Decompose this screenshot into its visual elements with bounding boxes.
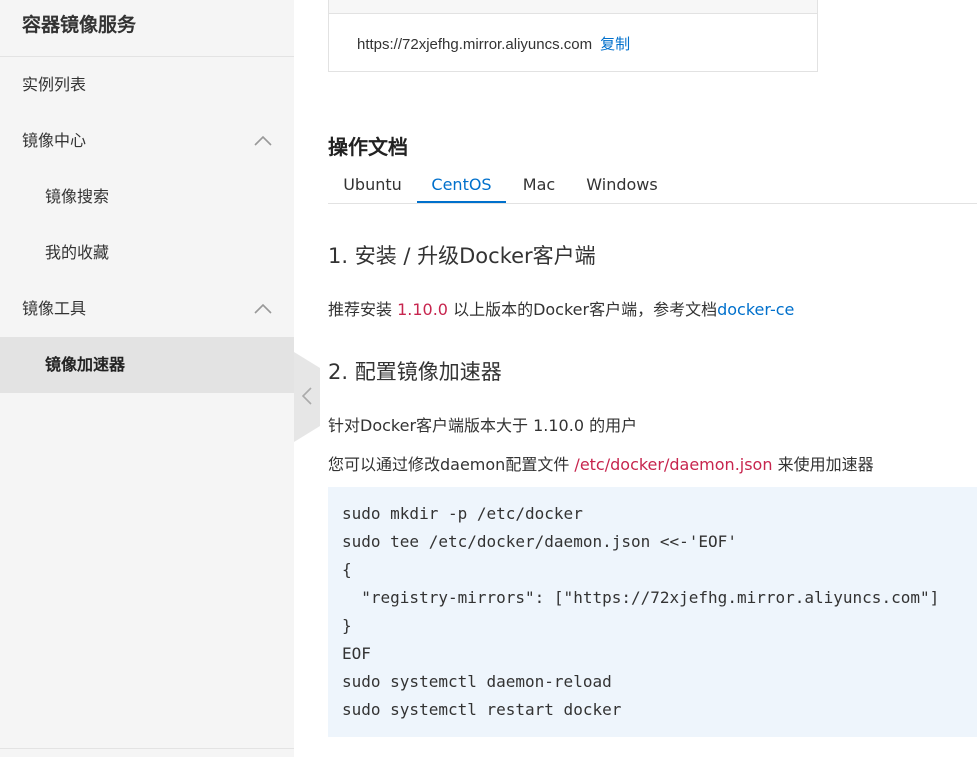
sidebar: 容器镜像服务 实例列表 镜像中心 镜像搜索 我的收藏 镜像工具 镜像加速器 [0, 0, 294, 757]
sidebar-item-my-favorites[interactable]: 我的收藏 [0, 225, 294, 281]
code-line: sudo mkdir -p /etc/docker [342, 504, 583, 523]
sidebar-collapse-handle[interactable] [294, 352, 320, 442]
sidebar-item-label: 镜像加速器 [45, 355, 126, 374]
sidebar-item-label: 镜像中心 [22, 131, 87, 150]
docker-ce-link[interactable]: docker-ce [717, 300, 794, 319]
code-line: } [342, 616, 352, 635]
accelerator-address: https://72xjefhg.mirror.aliyuncs.com 复制 [357, 33, 630, 54]
sidebar-title: 容器镜像服务 [0, 0, 294, 57]
sidebar-item-label: 实例列表 [22, 75, 87, 94]
app-root: 容器镜像服务 实例列表 镜像中心 镜像搜索 我的收藏 镜像工具 镜像加速器 ht… [0, 0, 977, 757]
tab-ubuntu[interactable]: Ubuntu [328, 168, 417, 203]
docs-title: 操作文档 [328, 135, 408, 159]
modify-text-after: 来使用加速器 [772, 455, 874, 474]
code-line: sudo systemctl daemon-reload [342, 672, 612, 691]
chevron-left-icon [301, 387, 312, 409]
sidebar-item-image-search[interactable]: 镜像搜索 [0, 169, 294, 225]
sidebar-item-image-accelerator[interactable]: 镜像加速器 [0, 337, 294, 393]
step1-text: 推荐安装 1.10.0 以上版本的Docker客户端，参考文档docker-ce [328, 296, 794, 320]
step2-modify-text: 您可以通过修改daemon配置文件 /etc/docker/daemon.jso… [328, 451, 874, 475]
step1-heading: 1. 安装 / 升级Docker客户端 [328, 244, 596, 268]
chevron-up-icon[interactable] [252, 281, 274, 337]
docker-version: 1.10.0 [397, 300, 448, 319]
box-header [329, 0, 817, 14]
code-line: sudo tee /etc/docker/daemon.json <<-'EOF… [342, 532, 737, 551]
tab-mac[interactable]: Mac [506, 168, 572, 203]
accelerator-url: https://72xjefhg.mirror.aliyuncs.com [357, 36, 593, 53]
accelerator-address-box: https://72xjefhg.mirror.aliyuncs.com 复制 [328, 0, 818, 72]
step1-text-before: 推荐安装 [328, 300, 398, 319]
main-content: https://72xjefhg.mirror.aliyuncs.com 复制 操… [328, 0, 977, 757]
code-line: EOF [342, 644, 371, 663]
chevron-up-icon[interactable] [252, 113, 274, 169]
os-tabs: Ubuntu CentOS Mac Windows [328, 168, 977, 204]
code-line: "registry-mirrors": ["https://72xjefhg.m… [342, 588, 940, 607]
code-block[interactable]: sudo mkdir -p /etc/docker sudo tee /etc/… [328, 487, 977, 737]
code-line: { [342, 560, 352, 579]
tab-centos[interactable]: CentOS [417, 168, 506, 203]
sidebar-group-image-tools[interactable]: 镜像工具 [0, 281, 294, 337]
copy-link[interactable]: 复制 [600, 36, 630, 53]
sidebar-divider [0, 748, 294, 749]
sidebar-item-label: 镜像搜索 [45, 187, 110, 206]
sidebar-item-label: 镜像工具 [22, 299, 87, 318]
sidebar-item-instance-list[interactable]: 实例列表 [0, 57, 294, 113]
step2-heading: 2. 配置镜像加速器 [328, 360, 502, 384]
config-path: /etc/docker/daemon.json [574, 455, 773, 474]
modify-text-before: 您可以通过修改daemon配置文件 [328, 455, 575, 474]
step2-users-text: 针对Docker客户端版本大于 1.10.0 的用户 [328, 416, 638, 435]
tab-windows[interactable]: Windows [572, 168, 672, 203]
step1-text-after: 以上版本的Docker客户端，参考文档 [447, 300, 718, 319]
code-line: sudo systemctl restart docker [342, 700, 622, 719]
sidebar-group-image-center[interactable]: 镜像中心 [0, 113, 294, 169]
sidebar-item-label: 我的收藏 [45, 243, 110, 262]
